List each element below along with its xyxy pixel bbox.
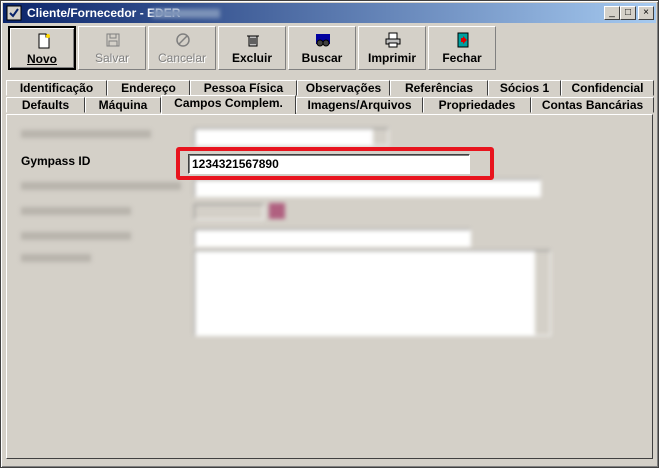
redacted-field[interactable] [194,229,471,247]
client-supplier-window: Cliente/Fornecedor - EDER _ □ × Novo Sal… [0,0,659,468]
minimize-button[interactable]: _ [604,6,620,20]
redacted-label [21,130,151,138]
tab-campos-complem[interactable]: Campos Complem. [161,95,296,114]
save-button-label: Salvar [94,51,129,65]
tab-observacoes[interactable]: Observações [297,80,390,96]
close-button[interactable]: × [638,6,654,20]
calendar-icon[interactable] [269,203,285,219]
app-icon [6,5,22,21]
redacted-label [21,254,91,262]
close-window-button[interactable]: Fechar [428,26,496,70]
printer-icon [385,32,401,48]
new-button[interactable]: Novo [8,26,76,70]
trash-icon [247,35,259,47]
tab-endereco[interactable]: Endereço [107,80,190,96]
toolbar: Novo Salvar Cancelar Excluir Buscar Impr… [6,26,656,72]
select-arrow-button[interactable] [373,129,388,145]
redacted-select[interactable] [194,128,389,146]
title-bar[interactable]: Cliente/Fornecedor - EDER _ □ × [3,3,656,23]
cancel-button-label: Cancelar [157,51,207,65]
textarea-scrollbar[interactable] [535,251,550,335]
save-button[interactable]: Salvar [78,26,146,70]
search-binoculars-icon [316,34,330,47]
gympass-id-input[interactable] [188,154,470,174]
redacted-label [21,207,131,215]
tab-maquina[interactable]: Máquina [85,97,161,113]
new-button-label: Novo [27,52,57,66]
tab-identificacao[interactable]: Identificação [6,80,107,96]
redacted-label [21,182,181,190]
close-window-button-label: Fechar [442,51,482,65]
cancel-button[interactable]: Cancelar [148,26,216,70]
redacted-field[interactable] [194,179,541,197]
maximize-button[interactable]: □ [620,6,636,20]
tab-pessoa-fisica[interactable]: Pessoa Física [190,80,297,96]
cancel-circle-icon [176,33,190,47]
delete-button[interactable]: Excluir [218,26,286,70]
tab-socios-1[interactable]: Sócios 1 [488,80,561,96]
delete-button-label: Excluir [231,51,273,65]
exit-door-icon [457,32,469,48]
search-button-label: Buscar [301,51,343,65]
redacted-label [21,232,131,240]
tab-contas-bancarias[interactable]: Contas Bancárias [531,97,654,113]
title-redacted-area [152,9,220,18]
print-button[interactable]: Imprimir [358,26,426,70]
redacted-date-field[interactable] [194,204,264,220]
tab-confidencial[interactable]: Confidencial [561,80,654,96]
search-button[interactable]: Buscar [288,26,356,70]
new-document-icon [38,33,50,49]
tab-propriedades[interactable]: Propriedades [423,97,531,113]
gympass-id-label: Gympass ID [21,154,91,168]
tab-imagens-arquivos[interactable]: Imagens/Arquivos [296,97,423,113]
tab-referencias[interactable]: Referências [390,80,488,96]
tab-defaults[interactable]: Defaults [6,97,85,113]
redacted-textarea[interactable] [194,250,551,336]
print-button-label: Imprimir [367,51,416,65]
floppy-disk-icon [106,33,120,47]
